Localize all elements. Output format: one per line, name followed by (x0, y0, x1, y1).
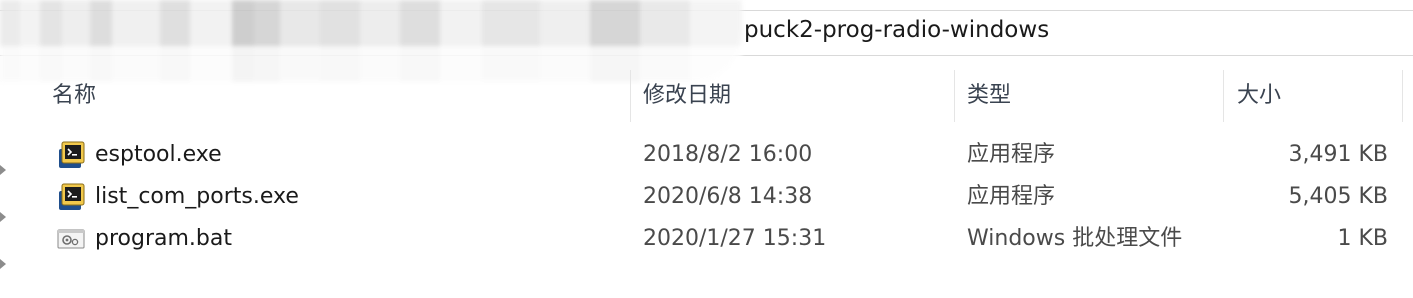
column-divider[interactable] (954, 70, 955, 122)
file-size: 3,491 KB (1288, 142, 1389, 167)
file-type: 应用程序 (967, 184, 1056, 209)
file-type: 应用程序 (967, 142, 1056, 167)
file-size: 1 KB (1337, 226, 1388, 251)
column-divider[interactable] (1402, 70, 1403, 122)
file-modified-date: 2020/6/8 14:38 (643, 184, 813, 209)
file-row[interactable]: esptool.exe 2018/8/2 16:00 应用程序 3,491 KB (40, 134, 1400, 176)
file-name[interactable]: esptool.exe (95, 134, 222, 176)
column-header-name[interactable]: 名称 (42, 70, 630, 122)
application-exe-icon (59, 141, 85, 168)
file-name[interactable]: list_com_ports.exe (95, 176, 299, 218)
file-modified-date: 2018/8/2 16:00 (643, 142, 813, 167)
file-row[interactable]: program.bat 2020/1/27 15:31 Windows 批处理文… (40, 218, 1400, 260)
batch-file-icon (57, 229, 85, 249)
column-header-row: 名称 修改日期 类型 大小 (0, 70, 1413, 122)
file-name[interactable]: program.bat (95, 218, 232, 260)
nav-expand-chevron-icon[interactable] (0, 212, 6, 222)
column-divider[interactable] (630, 70, 631, 122)
column-header-date[interactable]: 修改日期 (633, 70, 953, 122)
nav-expand-chevron-icon[interactable] (0, 165, 6, 175)
file-type: Windows 批处理文件 (967, 226, 1183, 251)
column-divider[interactable] (1223, 70, 1224, 122)
file-row[interactable]: list_com_ports.exe 2020/6/8 14:38 应用程序 5… (40, 176, 1400, 218)
application-exe-icon (59, 183, 85, 210)
breadcrumb-current-folder[interactable]: puck2-prog-radio-windows (744, 17, 1049, 43)
nav-expand-chevron-icon[interactable] (0, 259, 6, 269)
column-header-type[interactable]: 类型 (957, 70, 1222, 122)
file-modified-date: 2020/1/27 15:31 (643, 226, 827, 251)
file-size: 5,405 KB (1288, 184, 1389, 209)
column-header-size[interactable]: 大小 (1227, 70, 1402, 122)
